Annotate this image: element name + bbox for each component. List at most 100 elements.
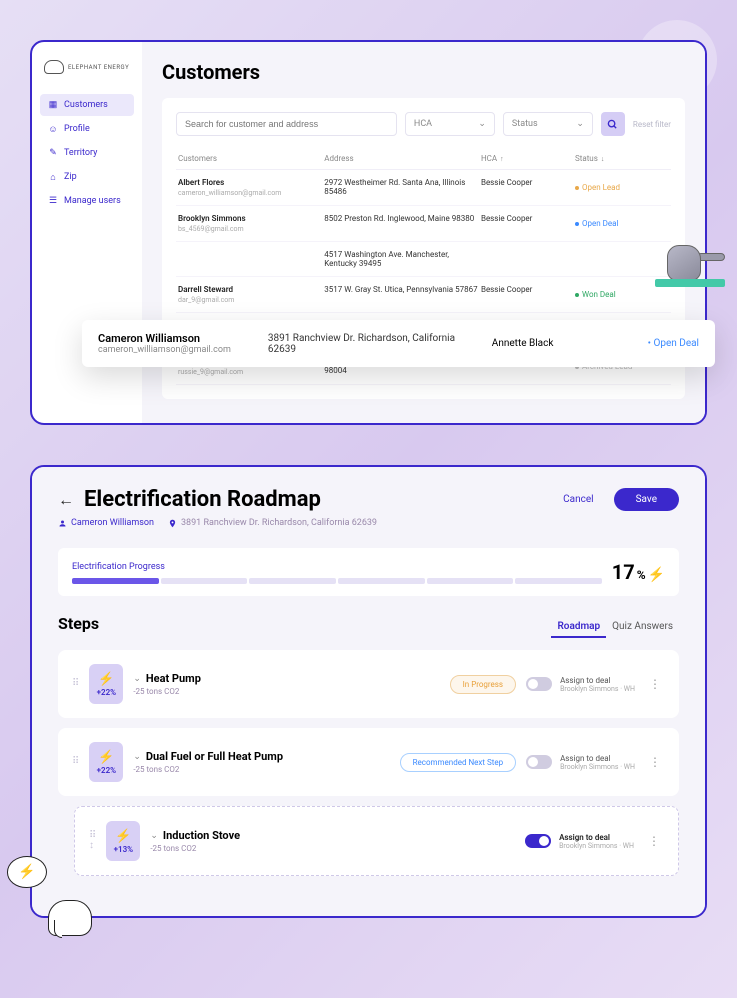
steps-title: Steps (58, 614, 551, 633)
status-select[interactable]: Status ⌄ (503, 112, 593, 136)
chevron-down-icon[interactable]: ⌄ (150, 831, 158, 841)
customer-address: 3517 W. Gray St. Utica, Pennsylvania 578… (324, 285, 481, 304)
customer-email: cameron_williamson@gmail.com (178, 189, 324, 197)
sidebar-item-label: Customers (64, 100, 108, 110)
table-row[interactable]: Brooklyn Simmons bs_4569@gmail.com 8502 … (176, 206, 671, 242)
step-badge: ⚡ +13% (106, 821, 140, 861)
tab-quiz[interactable]: Quiz Answers (606, 617, 679, 636)
tab-roadmap[interactable]: Roadmap (551, 617, 606, 638)
customer-address: 3891 Ranchview Dr. Richardson, Californi… (268, 333, 464, 355)
search-button[interactable] (601, 112, 625, 136)
table-row[interactable]: Albert Flores cameron_williamson@gmail.c… (176, 170, 671, 206)
assign-toggle[interactable] (526, 755, 552, 769)
hca-select[interactable]: HCA ⌄ (405, 112, 495, 136)
customer-address: 8502 Preston Rd. Inglewood, Maine 98380 (324, 214, 481, 233)
progress-bar (72, 578, 602, 584)
customer-hca: Bessie Cooper (481, 214, 575, 233)
pin-icon (168, 519, 177, 528)
sidebar-item-label: Profile (64, 124, 90, 134)
step-card: ⠿ ⚡ +22% ⌄ Heat Pump -25 tons CO2 In Pro… (58, 650, 679, 718)
customer-address: 2972 Westheimer Rd. Santa Ana, Illinois … (324, 178, 481, 197)
customer-hca: Bessie Cooper (481, 178, 575, 197)
filter-row: HCA ⌄ Status ⌄ Reset filter (176, 112, 671, 136)
search-input[interactable] (176, 112, 397, 136)
bolt-icon: ⚡ (115, 829, 131, 844)
main-content: Customers HCA ⌄ Status ⌄ Reset filte (142, 42, 705, 423)
cancel-link[interactable]: Cancel (563, 494, 593, 505)
step-subtitle: -25 tons CO2 (133, 687, 439, 696)
logo: ELEPHANT ENERGY (40, 60, 134, 74)
sort-icon: ↑ (500, 155, 504, 163)
sidebar-item-zip[interactable]: ⌂ Zip (40, 166, 134, 188)
chevron-down-icon[interactable]: ⌄ (133, 752, 141, 762)
kebab-menu-icon[interactable]: ⋮ (645, 755, 665, 769)
customer-email: bs_4569@gmail.com (178, 225, 324, 233)
drag-handle-icon[interactable]: ⠿ (72, 679, 79, 689)
sidebar-item-manage-users[interactable]: ☰ Manage users (40, 190, 134, 212)
kebab-menu-icon[interactable]: ⋮ (644, 834, 664, 848)
step-card-nested: ⠿↕ ⚡ +13% ⌄ Induction Stove -25 tons CO2… (74, 806, 679, 876)
chevron-down-icon: ⌄ (478, 119, 486, 129)
chevron-down-icon: ⌄ (576, 119, 584, 129)
elephant-logo-icon (44, 60, 64, 74)
roadmap-header: ← Electrification Roadmap Cancel Save (58, 487, 679, 512)
customer-name: Brooklyn Simmons (178, 214, 324, 223)
elephant-mascot (655, 222, 725, 287)
drag-handle-icon[interactable]: ⠿ (72, 757, 79, 767)
step-subtitle: -25 tons CO2 (133, 765, 389, 774)
owner-link[interactable]: Cameron Williamson (58, 518, 154, 528)
customer-email: cameron_williamson@gmail.com (98, 345, 268, 355)
customer-address: 4517 Washington Ave. Manchester, Kentuck… (324, 250, 481, 268)
sidebar-item-label: Territory (64, 148, 97, 158)
chevron-down-icon[interactable]: ⌄ (133, 674, 141, 684)
kebab-menu-icon[interactable]: ⋮ (645, 677, 665, 691)
table-header: Customers Address HCA↑ Status↓ (176, 148, 671, 170)
bolt-icon: ⚡ (648, 567, 665, 583)
back-arrow-icon[interactable]: ← (58, 490, 74, 510)
grid-icon: ▦ (48, 100, 58, 110)
bolt-icon: ⚡ (98, 750, 114, 765)
meta-row: Cameron Williamson 3891 Ranchview Dr. Ri… (58, 518, 679, 528)
customer-hca: Bessie Cooper (481, 285, 575, 304)
customer-name: Cameron Williamson (98, 332, 268, 345)
th-address[interactable]: Address (324, 154, 481, 163)
sort-icon: ↓ (601, 155, 605, 163)
page-title: Customers (162, 60, 685, 84)
sidebar-item-territory[interactable]: ✎ Territory (40, 142, 134, 164)
search-icon (607, 119, 618, 130)
highlighted-customer-row[interactable]: Cameron Williamson cameron_williamson@gm… (82, 320, 715, 367)
table-row[interactable]: 4517 Washington Ave. Manchester, Kentuck… (176, 242, 671, 277)
progress-value: 17% ⚡ (612, 560, 665, 584)
th-customers[interactable]: Customers (178, 154, 324, 163)
zip-icon: ⌂ (48, 172, 58, 182)
customers-panel: ELEPHANT ENERGY ▦ Customers ☺ Profile ✎ … (30, 40, 707, 425)
address-link[interactable]: 3891 Ranchview Dr. Richardson, Californi… (168, 518, 377, 528)
step-badge: ⚡ +22% (89, 664, 123, 704)
person-icon (58, 519, 67, 528)
assign-block: Assign to deal Brooklyn Simmons · WH (525, 833, 634, 850)
drag-handle-icon[interactable]: ⠿↕ (89, 831, 96, 851)
table-row[interactable]: Darrell Steward dar_9@gmail.com 3517 W. … (176, 277, 671, 313)
roadmap-panel: ← Electrification Roadmap Cancel Save Ca… (30, 465, 707, 918)
assign-block: Assign to deal Brooklyn Simmons · WH (526, 676, 635, 693)
customer-status: • Open Deal (581, 338, 699, 349)
thought-bubble: ⚡ (7, 856, 47, 888)
sidebar-item-customers[interactable]: ▦ Customers (40, 94, 134, 116)
bolt-icon: ⚡ (98, 672, 114, 687)
bolt-icon: ⚡ (18, 864, 35, 880)
recommended-tag: Recommended Next Step (400, 753, 516, 772)
th-hca[interactable]: HCA↑ (481, 154, 575, 163)
save-button[interactable]: Save (614, 488, 679, 511)
th-status[interactable]: Status↓ (575, 154, 669, 163)
customer-email: russie_9@gmail.com (178, 368, 324, 376)
reset-filter-link[interactable]: Reset filter (633, 120, 671, 129)
step-card: ⠿ ⚡ +22% ⌄ Dual Fuel or Full Heat Pump -… (58, 728, 679, 796)
customer-hca: Annette Black (464, 338, 582, 349)
assign-block: Assign to deal Brooklyn Simmons · WH (526, 754, 635, 771)
page-title: Electrification Roadmap (84, 487, 553, 512)
in-progress-tag: In Progress (450, 675, 516, 694)
assign-toggle[interactable] (525, 834, 551, 848)
assign-toggle[interactable] (526, 677, 552, 691)
customer-name: Darrell Steward (178, 285, 324, 294)
sidebar-item-profile[interactable]: ☺ Profile (40, 118, 134, 140)
